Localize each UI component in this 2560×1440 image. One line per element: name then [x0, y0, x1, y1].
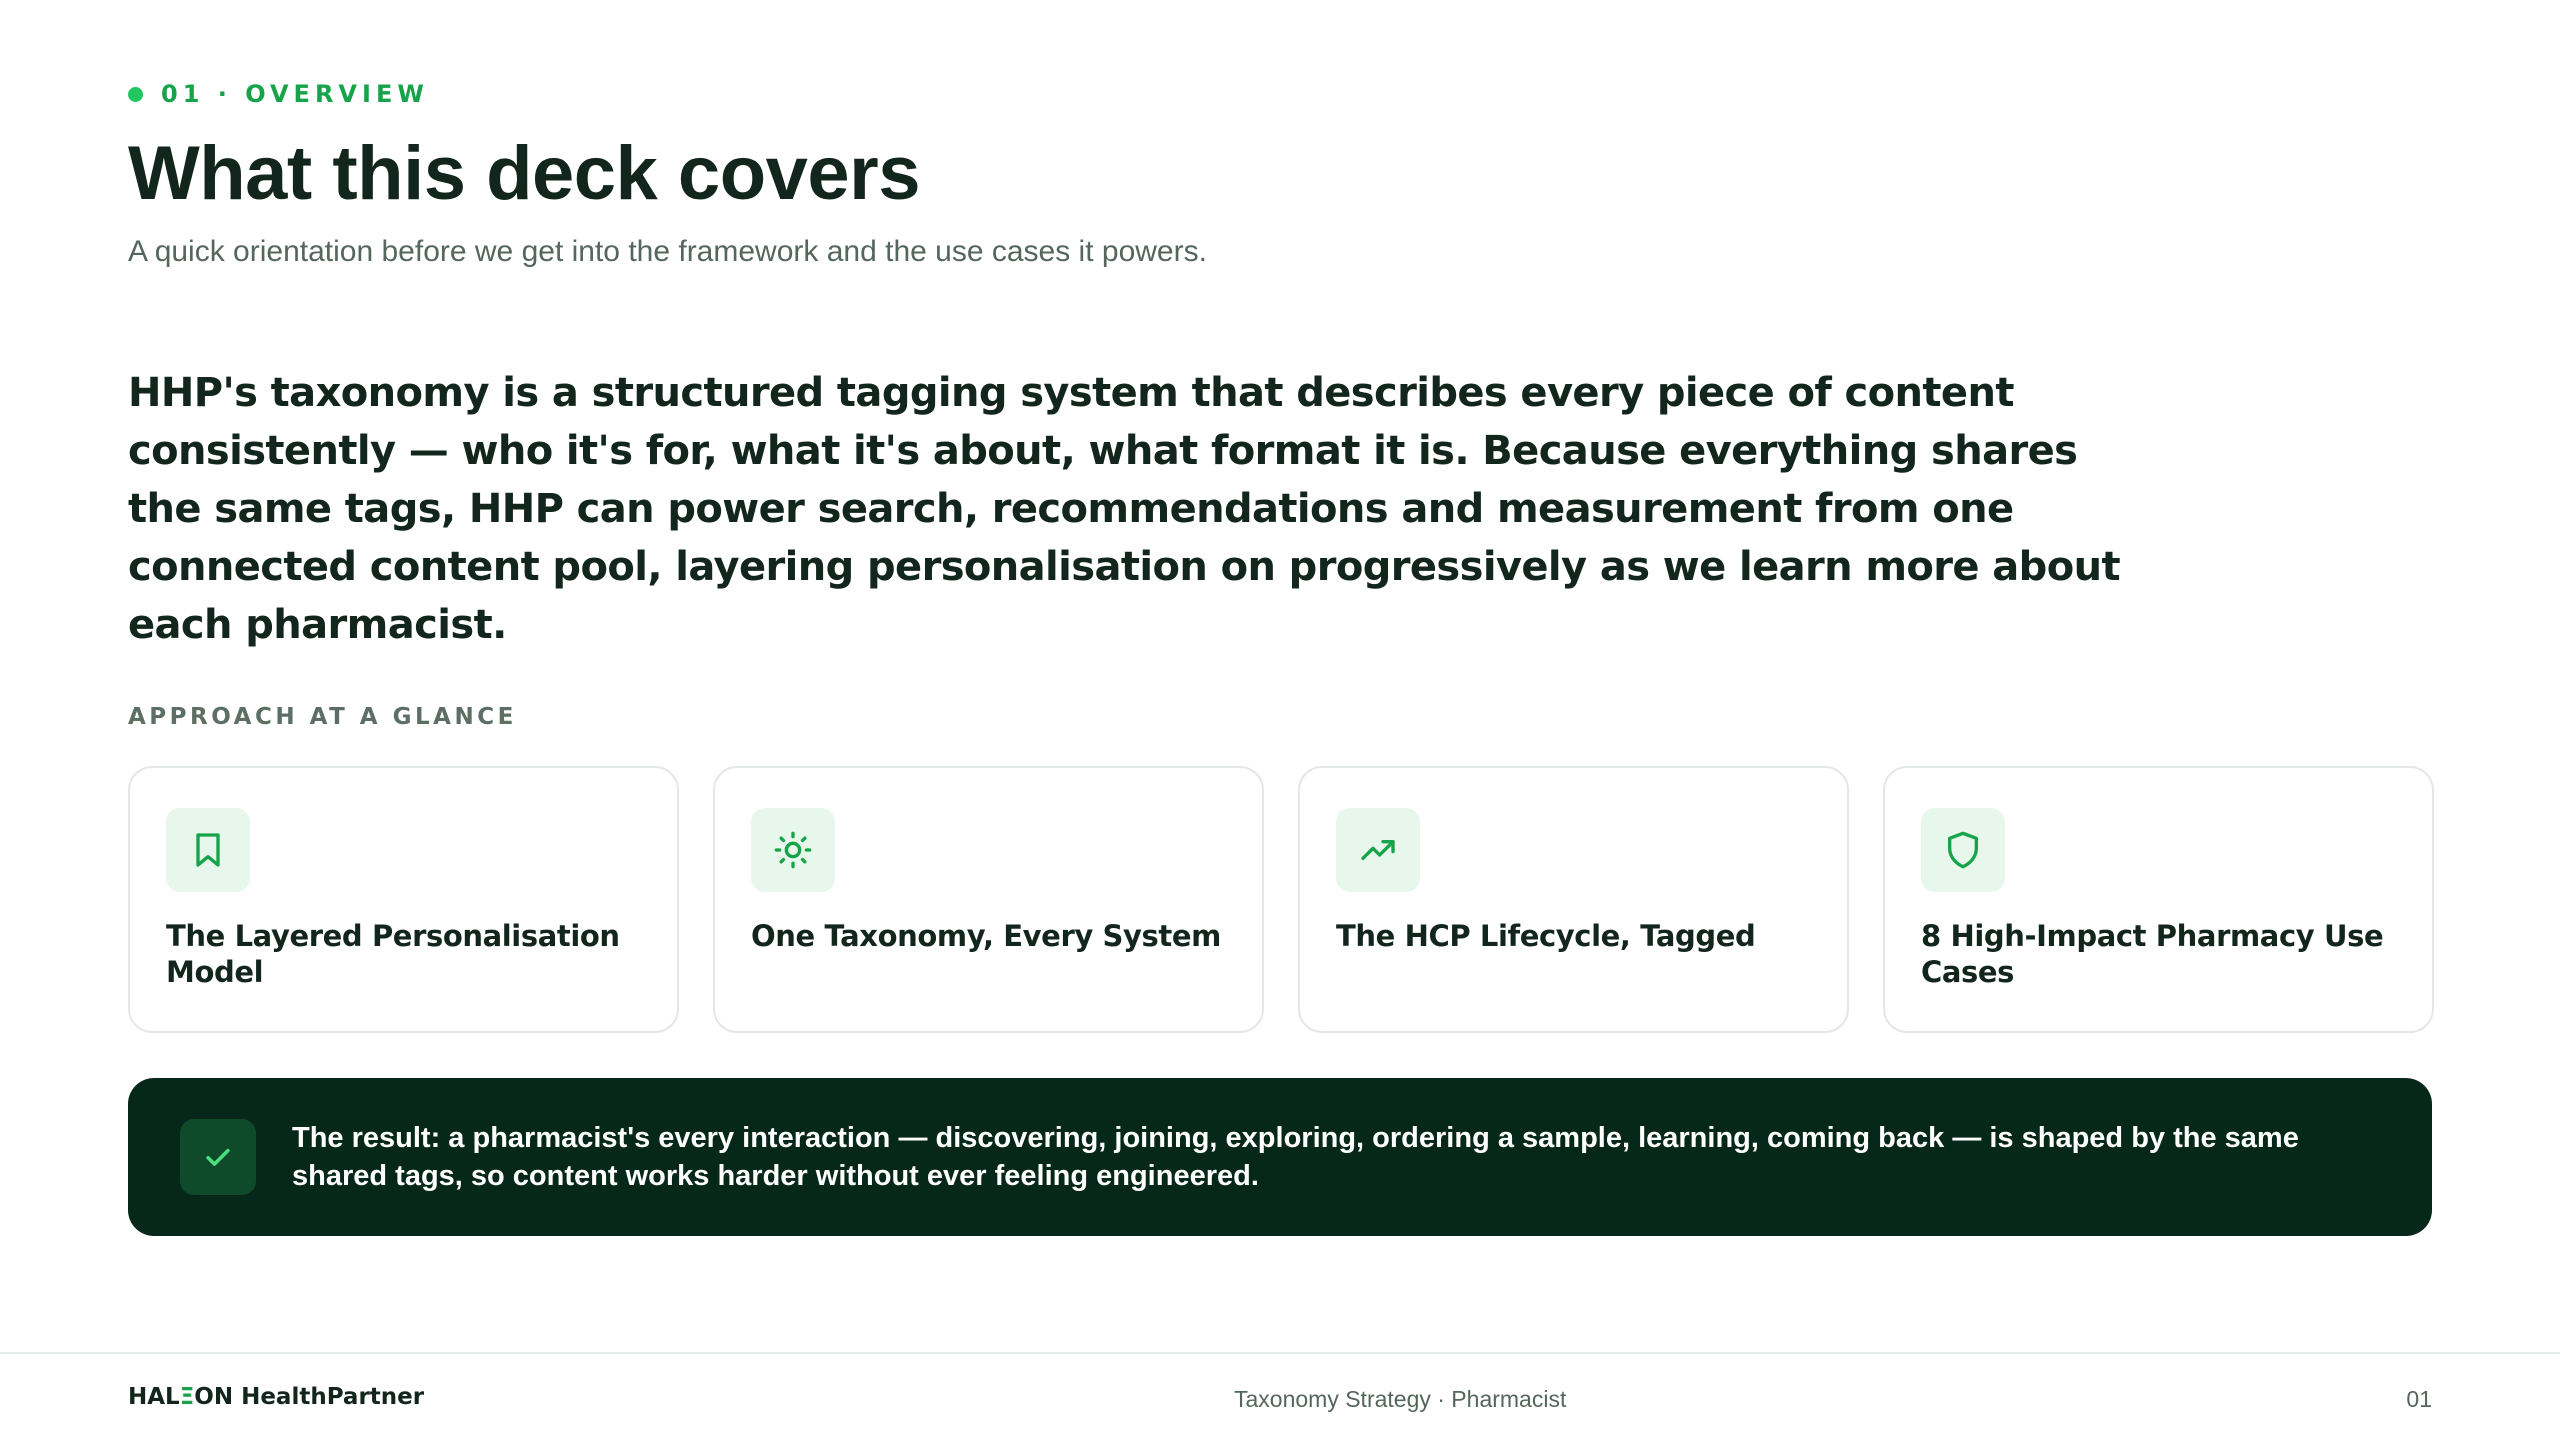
lead-paragraph: HHP's taxonomy is a structured tagging s… — [128, 370, 2121, 648]
sun-icon — [751, 808, 835, 892]
brand-mark: Ξ — [179, 1384, 195, 1410]
brand-suffix: ON HealthPartner — [194, 1384, 425, 1410]
card-title: The HCP Lifecycle, Tagged — [1336, 919, 1756, 953]
approach-card-lifecycle: The HCP Lifecycle, Tagged — [1298, 766, 1849, 1033]
card-title: The Layered Personalisation Model — [166, 919, 620, 989]
trending-up-icon — [1336, 808, 1420, 892]
brand-prefix: HAL — [128, 1384, 180, 1410]
approach-card-personalisation: The Layered Personalisation Model — [128, 766, 679, 1033]
check-icon — [180, 1119, 256, 1195]
shield-icon — [1921, 808, 2005, 892]
eyebrow-text: 01 · OVERVIEW — [161, 80, 429, 108]
approach-card-use-cases: 8 High-Impact Pharmacy Use Cases — [1883, 766, 2434, 1033]
page-title: What this deck covers — [128, 131, 921, 216]
approach-card-taxonomy: One Taxonomy, Every System — [713, 766, 1264, 1033]
approach-label: APPROACH AT A GLANCE — [128, 704, 517, 730]
card-title: 8 High-Impact Pharmacy Use Cases — [1921, 919, 2384, 989]
card-title: One Taxonomy, Every System — [751, 919, 1221, 953]
approach-cards: The Layered Personalisation Model One Ta… — [128, 766, 2434, 1033]
bookmark-icon — [166, 808, 250, 892]
brand-logo: HALΞON HealthPartner — [128, 1384, 424, 1410]
footer: HALΞON HealthPartner Taxonomy Strategy ·… — [0, 1352, 2560, 1440]
page-subtitle: A quick orientation before we get into t… — [128, 235, 1207, 268]
page-number: 01 — [2406, 1386, 2432, 1412]
slide: 01 · OVERVIEW What this deck covers A qu… — [0, 0, 2560, 1440]
status-dot — [128, 86, 143, 102]
section-eyebrow: 01 · OVERVIEW — [128, 80, 429, 108]
result-banner: The result: a pharmacist's every interac… — [128, 1078, 2432, 1236]
footer-deck-title: Taxonomy Strategy · Pharmacist — [1234, 1386, 1567, 1412]
result-text: The result: a pharmacist's every interac… — [292, 1122, 2299, 1192]
